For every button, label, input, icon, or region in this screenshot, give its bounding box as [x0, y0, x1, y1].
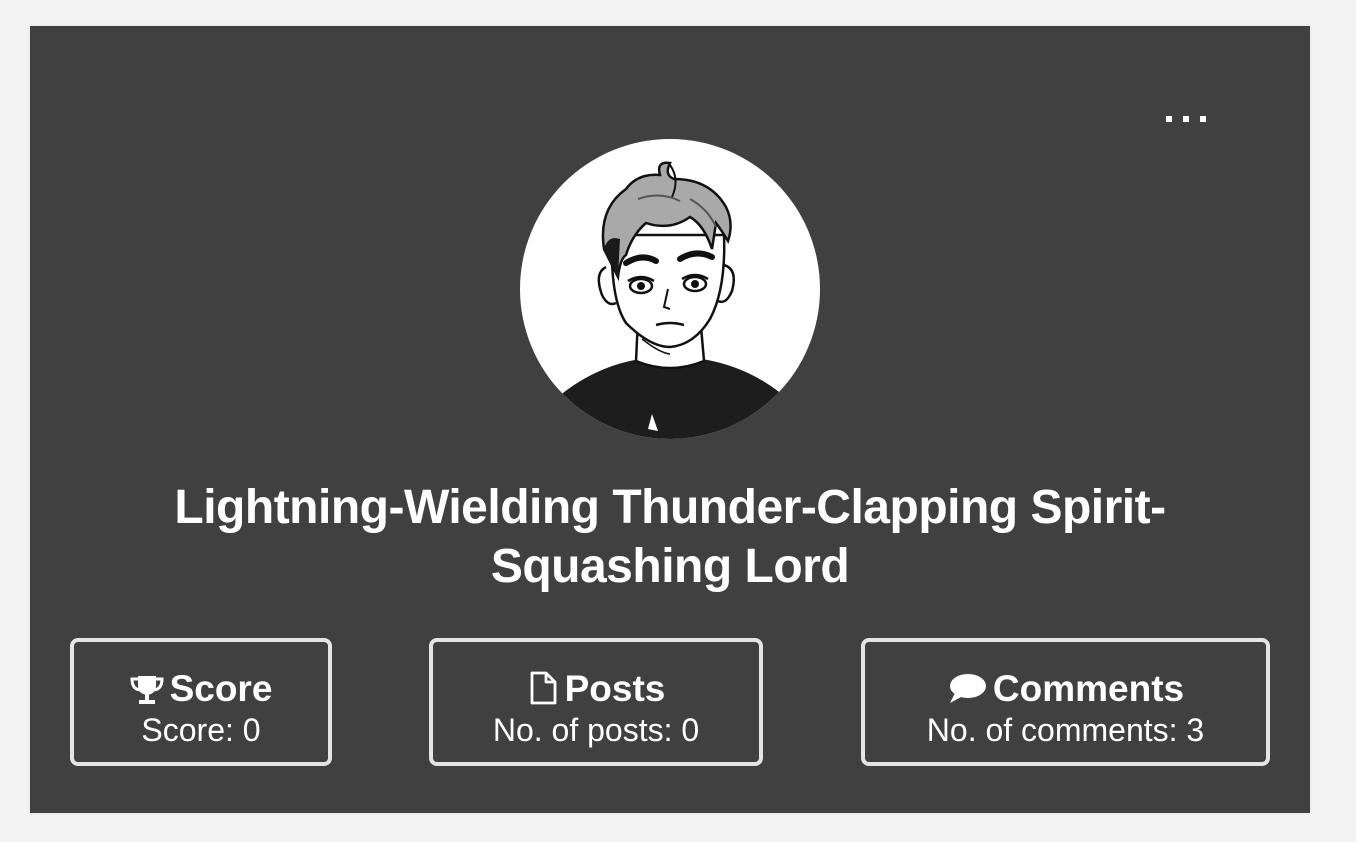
score-card[interactable]: Score Score: 0	[70, 638, 332, 766]
posts-title: Posts	[433, 668, 759, 710]
document-icon	[530, 671, 557, 705]
trophy-icon	[130, 676, 164, 704]
profile-card: Lightning-Wielding Thunder-Clapping Spir…	[30, 26, 1310, 813]
comments-card[interactable]: Comments No. of comments: 3	[861, 638, 1270, 766]
score-label: Score	[169, 668, 273, 709]
comments-label: Comments	[992, 668, 1185, 709]
comments-title: Comments	[865, 668, 1266, 710]
more-options-button[interactable]	[1162, 104, 1210, 132]
ellipsis-icon	[1166, 116, 1206, 122]
comments-value: No. of comments: 3	[926, 712, 1205, 748]
avatar	[520, 139, 820, 439]
profile-name: Lightning-Wielding Thunder-Clapping Spir…	[174, 481, 1166, 593]
score-value: Score: 0	[141, 712, 261, 748]
posts-card[interactable]: Posts No. of posts: 0	[429, 638, 763, 766]
posts-label: Posts	[564, 668, 666, 709]
score-title: Score	[74, 668, 328, 710]
posts-value: No. of posts: 0	[492, 712, 700, 748]
speech-bubble-icon	[949, 674, 986, 703]
